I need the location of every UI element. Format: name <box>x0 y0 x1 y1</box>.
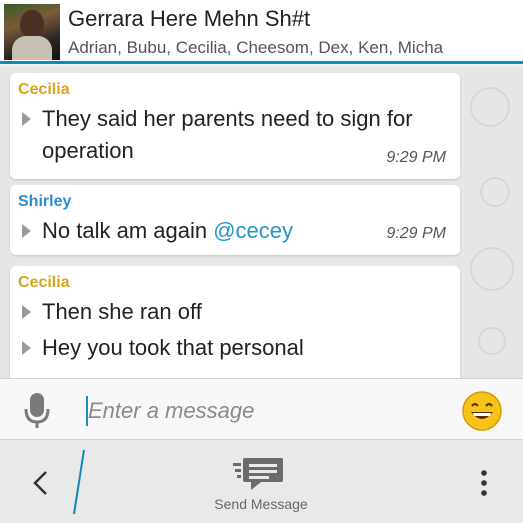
sender-name[interactable]: Cecilia <box>18 81 450 99</box>
conversation-area[interactable]: Cecilia They said her parents need to si… <box>0 67 523 378</box>
action-bar: Send Message <box>0 440 523 523</box>
divider-slash <box>60 446 100 518</box>
chevron-left-icon[interactable] <box>26 466 56 500</box>
background-doodle <box>470 87 510 127</box>
message-marker-icon <box>22 305 31 319</box>
avatar-head <box>20 10 44 38</box>
group-avatar[interactable] <box>4 4 60 60</box>
vertical-dots-icon[interactable] <box>470 466 498 500</box>
message-line: They said her parents need to sign for <box>18 103 450 135</box>
message-input[interactable] <box>88 395 428 427</box>
message-marker-icon <box>22 224 31 238</box>
message-text: No talk am again <box>42 218 208 243</box>
message-time: 9:29 PM <box>386 149 446 166</box>
chat-header: Gerrara Here Mehn Sh#t Adrian, Bubu, Cec… <box>0 0 523 64</box>
message-marker-icon <box>22 341 31 355</box>
message-text: operation <box>42 138 134 163</box>
send-message-label: Send Message <box>214 496 308 512</box>
background-doodle <box>480 177 510 207</box>
chat-title[interactable]: Gerrara Here Mehn Sh#t <box>68 6 310 32</box>
background-doodle <box>478 327 506 355</box>
message-text: Hey you took that personal <box>42 335 304 360</box>
message-bubble[interactable]: Shirley No talk am again @cecey 9:29 PM <box>10 185 460 255</box>
message-text: They said her parents need to sign for <box>42 106 413 131</box>
message-text: Then she ran off <box>42 299 202 324</box>
message-marker-icon <box>22 112 31 126</box>
message-line: Then she ran off <box>18 296 450 328</box>
sender-name[interactable]: Shirley <box>18 193 450 211</box>
send-message-button[interactable]: Send Message <box>196 454 326 520</box>
avatar-shirt <box>12 36 52 60</box>
message-bubble[interactable]: Cecilia They said her parents need to si… <box>10 73 460 179</box>
mention-link[interactable]: @cecey <box>213 218 293 243</box>
message-bubble[interactable]: Cecilia Then she ran off Hey you took th… <box>10 266 460 378</box>
message-line: Hey you took that personal <box>18 332 450 364</box>
microphone-icon[interactable] <box>22 391 52 431</box>
sender-name[interactable]: Cecilia <box>18 274 450 292</box>
message-line: No talk am again @cecey <box>18 215 450 247</box>
message-line: operation <box>18 135 450 167</box>
smiley-emoji-icon[interactable] <box>461 390 503 432</box>
message-time: 9:29 PM <box>386 225 446 242</box>
chat-members: Adrian, Bubu, Cecilia, Cheesom, Dex, Ken… <box>68 38 444 57</box>
background-doodle <box>470 247 514 291</box>
message-composer <box>0 378 523 440</box>
send-message-icon <box>233 458 283 490</box>
